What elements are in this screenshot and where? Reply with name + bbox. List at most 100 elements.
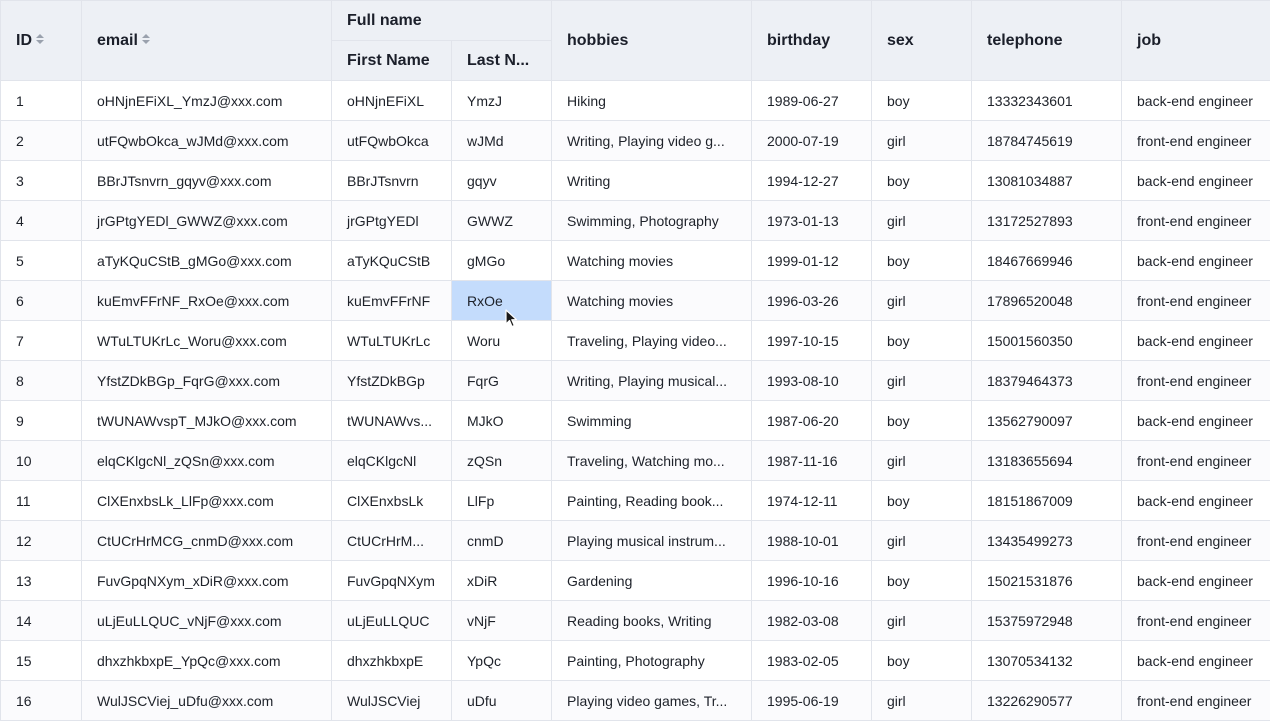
cell-telephone[interactable]: 18467669946	[972, 241, 1122, 281]
column-header-birthday[interactable]: birthday	[752, 1, 872, 81]
cell-sex[interactable]: girl	[872, 441, 972, 481]
cell-job[interactable]: back-end engineer	[1122, 161, 1270, 201]
cell-last-name[interactable]: zQSn	[452, 441, 552, 481]
cell-birthday[interactable]: 2000-07-19	[752, 121, 872, 161]
cell-first-name[interactable]: WTuLTUKrLc	[332, 321, 452, 361]
cell-id[interactable]: 15	[1, 641, 82, 681]
cell-email[interactable]: utFQwbOkca_wJMd@xxx.com	[82, 121, 332, 161]
table-row[interactable]: 12CtUCrHrMCG_cnmD@xxx.comCtUCrHrM...cnmD…	[1, 521, 1270, 561]
cell-job[interactable]: back-end engineer	[1122, 241, 1270, 281]
cell-birthday[interactable]: 1999-01-12	[752, 241, 872, 281]
cell-email[interactable]: dhxzhkbxpE_YpQc@xxx.com	[82, 641, 332, 681]
cell-last-name-selected[interactable]: RxOe	[452, 281, 552, 321]
cell-first-name[interactable]: oHNjnEFiXL	[332, 81, 452, 121]
cell-birthday[interactable]: 1996-03-26	[752, 281, 872, 321]
cell-first-name[interactable]: jrGPtgYEDl	[332, 201, 452, 241]
cell-id[interactable]: 5	[1, 241, 82, 281]
cell-email[interactable]: kuEmvFFrNF_RxOe@xxx.com	[82, 281, 332, 321]
cell-sex[interactable]: girl	[872, 201, 972, 241]
column-header-id[interactable]: ID	[1, 1, 82, 81]
cell-first-name[interactable]: elqCKlgcNl	[332, 441, 452, 481]
cell-sex[interactable]: girl	[872, 521, 972, 561]
cell-email[interactable]: FuvGpqNXym_xDiR@xxx.com	[82, 561, 332, 601]
cell-birthday[interactable]: 1974-12-11	[752, 481, 872, 521]
cell-email[interactable]: WulJSCViej_uDfu@xxx.com	[82, 681, 332, 721]
cell-last-name[interactable]: GWWZ	[452, 201, 552, 241]
cell-last-name[interactable]: MJkO	[452, 401, 552, 441]
sort-icon[interactable]	[36, 33, 44, 45]
table-row[interactable]: 6kuEmvFFrNF_RxOe@xxx.comkuEmvFFrNFRxOeWa…	[1, 281, 1270, 321]
cell-sex[interactable]: girl	[872, 121, 972, 161]
table-row[interactable]: 16WulJSCViej_uDfu@xxx.comWulJSCViejuDfuP…	[1, 681, 1270, 721]
column-group-full-name[interactable]: Full name	[332, 1, 552, 41]
cell-first-name[interactable]: FuvGpqNXym	[332, 561, 452, 601]
cell-hobbies[interactable]: Swimming, Photography	[552, 201, 752, 241]
table-row[interactable]: 14uLjEuLLQUC_vNjF@xxx.comuLjEuLLQUCvNjFR…	[1, 601, 1270, 641]
cell-first-name[interactable]: tWUNAWvs...	[332, 401, 452, 441]
cell-last-name[interactable]: YpQc	[452, 641, 552, 681]
cell-sex[interactable]: boy	[872, 481, 972, 521]
cell-email[interactable]: elqCKlgcNl_zQSn@xxx.com	[82, 441, 332, 481]
cell-sex[interactable]: boy	[872, 561, 972, 601]
sort-icon[interactable]	[142, 33, 150, 45]
cell-hobbies[interactable]: Playing video games, Tr...	[552, 681, 752, 721]
cell-id[interactable]: 14	[1, 601, 82, 641]
cell-telephone[interactable]: 13226290577	[972, 681, 1122, 721]
cell-birthday[interactable]: 1982-03-08	[752, 601, 872, 641]
cell-id[interactable]: 2	[1, 121, 82, 161]
cell-telephone[interactable]: 13332343601	[972, 81, 1122, 121]
cell-first-name[interactable]: dhxzhkbxpE	[332, 641, 452, 681]
cell-last-name[interactable]: gqyv	[452, 161, 552, 201]
cell-telephone[interactable]: 13183655694	[972, 441, 1122, 481]
cell-job[interactable]: back-end engineer	[1122, 641, 1270, 681]
cell-birthday[interactable]: 1973-01-13	[752, 201, 872, 241]
cell-email[interactable]: WTuLTUKrLc_Woru@xxx.com	[82, 321, 332, 361]
cell-hobbies[interactable]: Traveling, Playing video...	[552, 321, 752, 361]
cell-telephone[interactable]: 15375972948	[972, 601, 1122, 641]
cell-hobbies[interactable]: Swimming	[552, 401, 752, 441]
cell-hobbies[interactable]: Watching movies	[552, 281, 752, 321]
cell-last-name[interactable]: wJMd	[452, 121, 552, 161]
cell-first-name[interactable]: YfstZDkBGp	[332, 361, 452, 401]
cell-birthday[interactable]: 1995-06-19	[752, 681, 872, 721]
column-header-email[interactable]: email	[82, 1, 332, 81]
table-row[interactable]: 1oHNjnEFiXL_YmzJ@xxx.comoHNjnEFiXLYmzJHi…	[1, 81, 1270, 121]
cell-email[interactable]: YfstZDkBGp_FqrG@xxx.com	[82, 361, 332, 401]
cell-hobbies[interactable]: Watching movies	[552, 241, 752, 281]
cell-birthday[interactable]: 1987-11-16	[752, 441, 872, 481]
cell-telephone[interactable]: 18379464373	[972, 361, 1122, 401]
cell-birthday[interactable]: 1989-06-27	[752, 81, 872, 121]
table-row[interactable]: 4jrGPtgYEDl_GWWZ@xxx.comjrGPtgYEDlGWWZSw…	[1, 201, 1270, 241]
cell-sex[interactable]: girl	[872, 601, 972, 641]
cell-email[interactable]: ClXEnxbsLk_LlFp@xxx.com	[82, 481, 332, 521]
table-row[interactable]: 15dhxzhkbxpE_YpQc@xxx.comdhxzhkbxpEYpQcP…	[1, 641, 1270, 681]
cell-id[interactable]: 13	[1, 561, 82, 601]
cell-job[interactable]: front-end engineer	[1122, 281, 1270, 321]
cell-email[interactable]: oHNjnEFiXL_YmzJ@xxx.com	[82, 81, 332, 121]
cell-sex[interactable]: boy	[872, 641, 972, 681]
cell-sex[interactable]: boy	[872, 321, 972, 361]
column-header-job[interactable]: job	[1122, 1, 1270, 81]
cell-sex[interactable]: boy	[872, 161, 972, 201]
cell-birthday[interactable]: 1997-10-15	[752, 321, 872, 361]
cell-last-name[interactable]: YmzJ	[452, 81, 552, 121]
cell-birthday[interactable]: 1996-10-16	[752, 561, 872, 601]
cell-telephone[interactable]: 13562790097	[972, 401, 1122, 441]
cell-hobbies[interactable]: Writing	[552, 161, 752, 201]
table-row[interactable]: 9tWUNAWvspT_MJkO@xxx.comtWUNAWvs...MJkOS…	[1, 401, 1270, 441]
cell-hobbies[interactable]: Playing musical instrum...	[552, 521, 752, 561]
cell-birthday[interactable]: 1988-10-01	[752, 521, 872, 561]
cell-last-name[interactable]: FqrG	[452, 361, 552, 401]
cell-sex[interactable]: girl	[872, 281, 972, 321]
cell-email[interactable]: CtUCrHrMCG_cnmD@xxx.com	[82, 521, 332, 561]
cell-id[interactable]: 3	[1, 161, 82, 201]
column-header-hobbies[interactable]: hobbies	[552, 1, 752, 81]
cell-hobbies[interactable]: Painting, Reading book...	[552, 481, 752, 521]
table-row[interactable]: 5aTyKQuCStB_gMGo@xxx.comaTyKQuCStBgMGoWa…	[1, 241, 1270, 281]
cell-last-name[interactable]: vNjF	[452, 601, 552, 641]
cell-hobbies[interactable]: Writing, Playing video g...	[552, 121, 752, 161]
table-row[interactable]: 8YfstZDkBGp_FqrG@xxx.comYfstZDkBGpFqrGWr…	[1, 361, 1270, 401]
cell-sex[interactable]: boy	[872, 81, 972, 121]
cell-id[interactable]: 10	[1, 441, 82, 481]
cell-first-name[interactable]: utFQwbOkca	[332, 121, 452, 161]
